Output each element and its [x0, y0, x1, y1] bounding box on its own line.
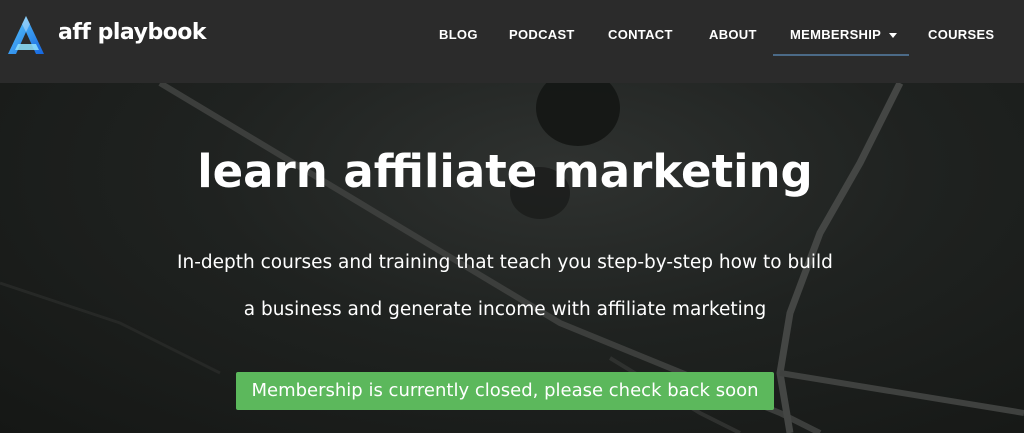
nav-membership[interactable]: MEMBERSHIP: [773, 0, 909, 56]
nav-courses[interactable]: COURSES: [928, 27, 994, 47]
hero-subtitle-line-2: a business and generate income with affi…: [243, 299, 767, 320]
caret-down-icon: [889, 33, 898, 39]
hero-subtitle: In-depth courses and training that teach…: [0, 239, 1010, 333]
nav-podcast[interactable]: PODCAST: [509, 27, 575, 47]
nav-membership-label: MEMBERSHIP: [790, 27, 882, 42]
hero-title: learn affiliate marketing: [197, 145, 813, 198]
nav-contact[interactable]: CONTACT: [608, 27, 673, 47]
main-nav: BLOG PODCAST CONTACT ABOUT MEMBERSHIP CO…: [0, 0, 1024, 83]
nav-blog[interactable]: BLOG: [439, 27, 478, 47]
hero-section: learn affiliate marketing In-depth cours…: [0, 83, 1024, 433]
nav-about[interactable]: ABOUT: [709, 27, 757, 47]
site-header: aff playbook BLOG PODCAST CONTACT ABOUT …: [0, 0, 1024, 83]
hero-subtitle-line-1: In-depth courses and training that teach…: [177, 252, 833, 273]
membership-closed-notice: Membership is currently closed, please c…: [236, 372, 774, 410]
